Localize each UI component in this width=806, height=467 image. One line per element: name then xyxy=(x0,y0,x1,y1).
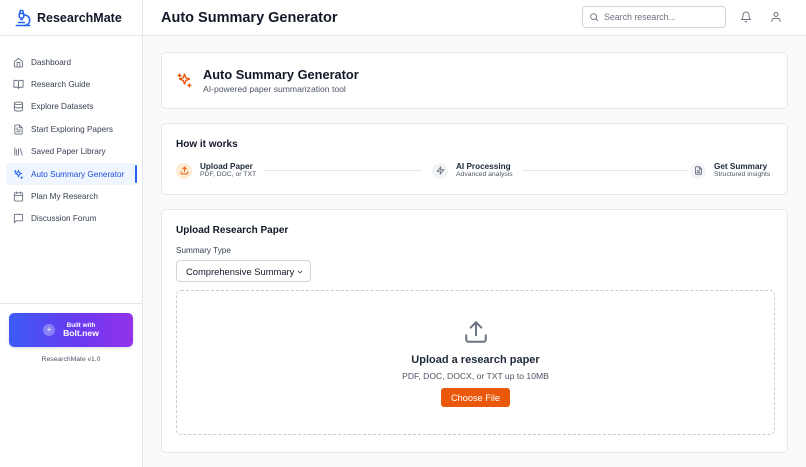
sidebar-item-label: Start Exploring Papers xyxy=(31,124,113,134)
zap-icon xyxy=(432,162,448,179)
step-ai-processing: AI Processing Advanced analysis xyxy=(432,162,513,180)
hero-card: Auto Summary Generator AI-powered paper … xyxy=(161,52,788,109)
hero-text: Auto Summary Generator AI-powered paper … xyxy=(203,67,359,93)
sidebar-item-auto-summary-generator[interactable]: Auto Summary Generator xyxy=(6,162,137,186)
user-icon[interactable] xyxy=(770,11,782,23)
page-title: Auto Summary Generator xyxy=(161,9,338,26)
home-icon xyxy=(13,57,24,68)
sidebar: ResearchMate Dashboard Research Guide Ex… xyxy=(0,0,143,467)
sparkles-icon xyxy=(177,73,192,88)
how-it-works-title: How it works xyxy=(176,139,238,150)
step-name: Upload Paper xyxy=(200,162,253,171)
sidebar-item-label: Plan My Research xyxy=(31,192,98,202)
hero-subtitle: AI-powered paper summarization tool xyxy=(203,83,346,94)
step-desc: PDF, DOC, or TXT xyxy=(200,171,257,179)
library-icon xyxy=(14,147,23,156)
sidebar-item-explore-datasets[interactable]: Explore Datasets xyxy=(6,96,136,118)
steps-row: Upload Paper PDF, DOC, or TXT AI Process… xyxy=(176,162,773,186)
summary-type-value: Comprehensive Summary xyxy=(186,265,295,277)
bolt-line2: Bolt.new xyxy=(63,327,99,338)
sidebar-item-start-exploring-papers[interactable]: Start Exploring Papers xyxy=(6,118,136,140)
bell-icon[interactable] xyxy=(740,11,752,23)
sparkles-icon xyxy=(13,169,24,179)
dropzone-title: Upload a research paper xyxy=(411,354,540,366)
search-box[interactable] xyxy=(582,6,726,28)
step-name: Get Summary xyxy=(714,162,768,171)
step-desc: Advanced analysis xyxy=(456,171,513,179)
sidebar-item-label: Auto Summary Generator xyxy=(31,169,125,179)
summary-type-select[interactable]: Comprehensive Summary xyxy=(176,260,311,282)
step-get-summary: Get Summary Structured insights xyxy=(690,162,770,180)
microscope-icon xyxy=(15,9,31,26)
sidebar-item-discussion-forum[interactable]: Discussion Forum xyxy=(6,208,136,230)
step-connector xyxy=(522,170,688,171)
hero-title: Auto Summary Generator xyxy=(203,67,359,83)
how-it-works-card: How it works Upload Paper PDF, DOC, or T… xyxy=(161,123,788,195)
sidebar-item-dashboard[interactable]: Dashboard xyxy=(6,51,136,73)
upload-icon xyxy=(464,321,487,343)
sidebar-footer: + Built with Bolt.new ResearchMate v1.0 xyxy=(0,303,142,363)
step-connector xyxy=(264,170,422,171)
file-text-icon xyxy=(14,124,23,135)
built-with-bolt-button[interactable]: + Built with Bolt.new xyxy=(9,313,133,347)
upload-title: Upload Research Paper xyxy=(176,225,289,236)
book-open-icon xyxy=(13,79,24,90)
dropzone-subtitle: PDF, DOC, DOCX, or TXT up to 10MB xyxy=(402,371,549,381)
chevron-down-icon xyxy=(297,270,303,274)
file-text-icon xyxy=(690,162,706,179)
search-input[interactable] xyxy=(604,12,722,22)
step-upload-paper: Upload Paper PDF, DOC, or TXT xyxy=(176,162,256,180)
upload-card: Upload Research Paper Summary Type Compr… xyxy=(161,209,788,453)
message-square-icon xyxy=(13,214,24,224)
app-name: ResearchMate xyxy=(37,10,122,25)
sidebar-item-plan-my-research[interactable]: Plan My Research xyxy=(6,185,136,207)
sidebar-item-label: Dashboard xyxy=(31,57,72,67)
sidebar-item-label: Discussion Forum xyxy=(31,214,97,224)
sidebar-item-label: Explore Datasets xyxy=(31,102,94,112)
search-icon xyxy=(590,13,599,22)
summary-type-label: Summary Type xyxy=(176,246,231,255)
database-icon xyxy=(13,101,24,113)
sidebar-item-research-guide[interactable]: Research Guide xyxy=(6,73,136,95)
sidebar-nav: Dashboard Research Guide Explore Dataset… xyxy=(0,36,142,230)
sidebar-item-label: Research Guide xyxy=(31,80,91,90)
bolt-text: Built with Bolt.new xyxy=(63,322,99,339)
choose-file-button[interactable]: Choose File xyxy=(440,388,511,407)
calendar-icon xyxy=(13,191,24,202)
upload-icon xyxy=(176,162,192,179)
sidebar-item-label: Saved Paper Library xyxy=(31,147,106,157)
file-dropzone[interactable]: Upload a research paper PDF, DOC, DOCX, … xyxy=(176,290,775,435)
bolt-badge-icon: + xyxy=(43,324,56,336)
app-logo[interactable]: ResearchMate xyxy=(0,0,142,36)
step-name: AI Processing xyxy=(456,162,511,171)
step-desc: Structured insights xyxy=(714,171,771,179)
app-version: ResearchMate v1.0 xyxy=(41,356,101,363)
top-header: Auto Summary Generator xyxy=(143,0,806,36)
sidebar-item-saved-paper-library[interactable]: Saved Paper Library xyxy=(6,141,136,163)
